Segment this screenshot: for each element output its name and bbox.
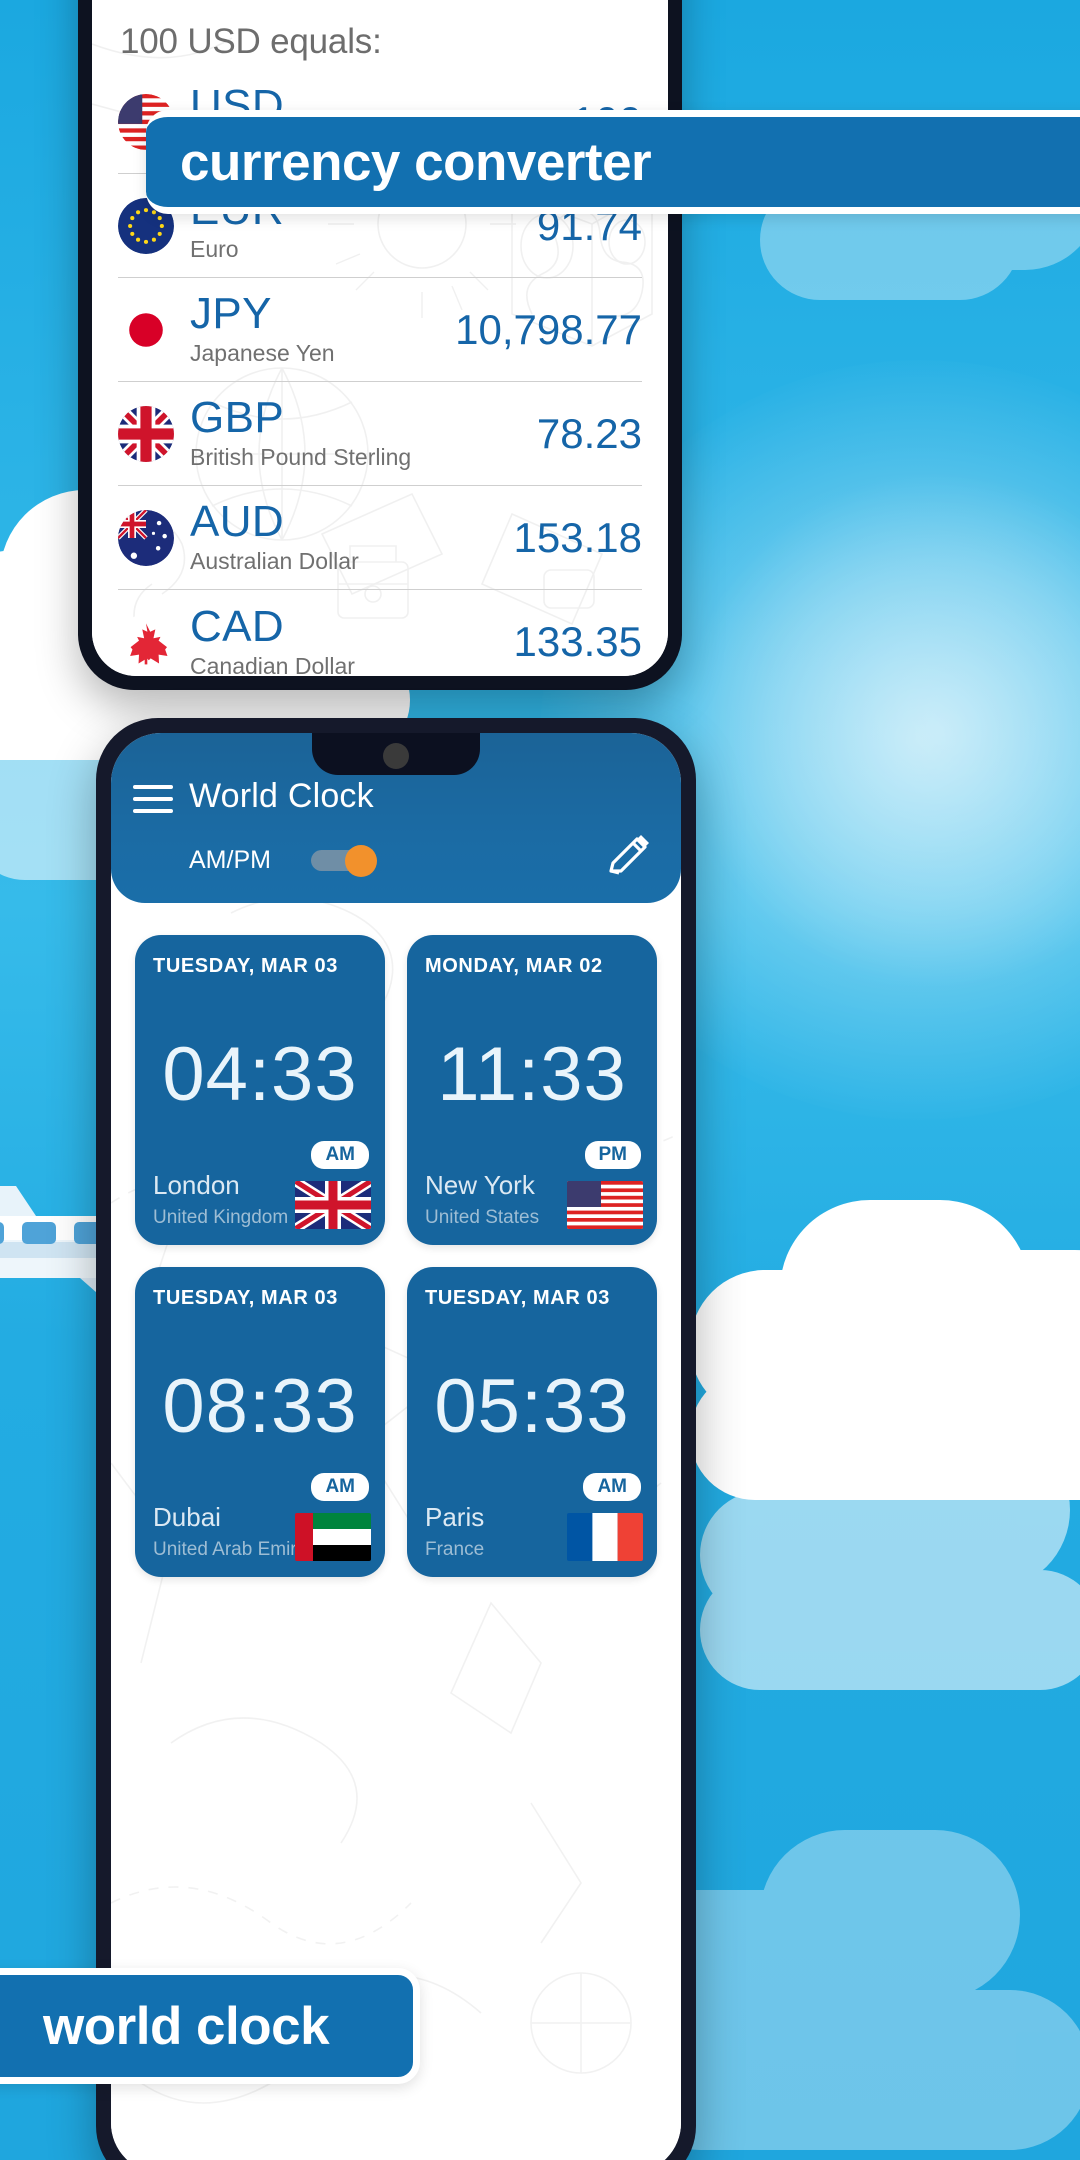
currency-name: Japanese Yen (190, 340, 335, 366)
phone-mockup-currency: 100 USD equals: USD United States Dollar… (78, 0, 682, 690)
clock-card[interactable]: TUESDAY, MAR 03 08:33 AM Dubai United Ar… (135, 1267, 385, 1577)
card-date: TUESDAY, MAR 03 (153, 1287, 338, 1309)
currency-code: AUD (190, 497, 285, 546)
currency-value: 153.18 (513, 513, 642, 561)
flag-gb-icon (295, 1181, 371, 1229)
currency-row[interactable]: JPY Japanese Yen 10,798.77 (118, 278, 642, 382)
flag-fr-icon (567, 1513, 643, 1561)
badge-currency-converter: currency converter (146, 110, 1080, 214)
ampm-toggle[interactable] (311, 845, 385, 877)
app-title: World Clock (189, 777, 374, 815)
card-country: United Kingdom (153, 1207, 289, 1228)
converter-heading: 100 USD equals: (120, 22, 382, 61)
currency-value: 133.35 (513, 618, 642, 665)
currency-name: Euro (190, 236, 239, 262)
clock-card[interactable]: TUESDAY, MAR 03 04:33 AM London United K… (135, 935, 385, 1245)
toggle-knob (345, 845, 377, 877)
phone-notch (312, 733, 480, 775)
flag-gb-icon (118, 405, 174, 462)
clock-card[interactable]: MONDAY, MAR 02 11:33 PM New York United … (407, 935, 657, 1245)
card-time: 04:33 (162, 1032, 358, 1117)
card-date: TUESDAY, MAR 03 (153, 955, 338, 977)
flag-ca-icon (118, 614, 174, 670)
currency-value: 78.23 (536, 409, 642, 457)
hamburger-icon[interactable] (133, 785, 173, 813)
currency-value: 10,798.77 (455, 305, 642, 353)
phone-mockup-worldclock: World Clock AM/PM TUESDAY, MAR 03 04:33 … (96, 718, 696, 2160)
currency-row[interactable]: CAD Canadian Dollar 133.35 (118, 590, 642, 676)
card-meridiem: PM (584, 1141, 641, 1169)
card-city: Paris (425, 1502, 485, 1532)
currency-row[interactable]: AUD Australian Dollar 153.18 (118, 486, 642, 590)
currency-converter-screen: 100 USD equals: USD United States Dollar… (92, 0, 668, 676)
clock-card[interactable]: TUESDAY, MAR 03 05:33 AM Paris France (407, 1267, 657, 1577)
flag-us-icon (567, 1181, 643, 1229)
card-meridiem: AM (311, 1473, 369, 1501)
pencil-icon[interactable] (603, 831, 655, 883)
card-city: Dubai (153, 1502, 221, 1532)
card-meridiem: AM (311, 1141, 369, 1169)
badge-world-clock: world clock (0, 1968, 420, 2084)
card-meridiem: AM (583, 1473, 641, 1501)
front-camera (383, 743, 409, 769)
currency-name: Canadian Dollar (190, 652, 355, 677)
card-city: New York (425, 1170, 535, 1200)
card-time: 05:33 (434, 1364, 630, 1449)
world-clock-screen: World Clock AM/PM TUESDAY, MAR 03 04:33 … (111, 733, 681, 2160)
clock-card-grid: TUESDAY, MAR 03 04:33 AM London United K… (135, 935, 657, 1577)
currency-name: British Pound Sterling (190, 444, 412, 470)
ampm-label: AM/PM (189, 846, 271, 874)
currency-code: GBP (190, 393, 285, 442)
flag-ae-icon (295, 1513, 371, 1561)
card-date: TUESDAY, MAR 03 (425, 1287, 610, 1309)
card-country: United States (425, 1207, 540, 1228)
currency-name: Australian Dollar (190, 548, 359, 574)
card-country: France (425, 1539, 485, 1560)
flag-au-icon (118, 509, 174, 566)
card-time: 08:33 (162, 1364, 358, 1449)
currency-code: CAD (190, 601, 285, 651)
flag-jp-icon (118, 301, 174, 358)
card-time: 11:33 (437, 1032, 627, 1117)
currency-code: JPY (190, 289, 272, 338)
card-city: London (153, 1170, 240, 1200)
currency-row[interactable]: GBP British Pound Sterling 78.23 (118, 382, 642, 486)
card-date: MONDAY, MAR 02 (425, 955, 603, 977)
world-clock-appbar: World Clock AM/PM (111, 733, 681, 903)
